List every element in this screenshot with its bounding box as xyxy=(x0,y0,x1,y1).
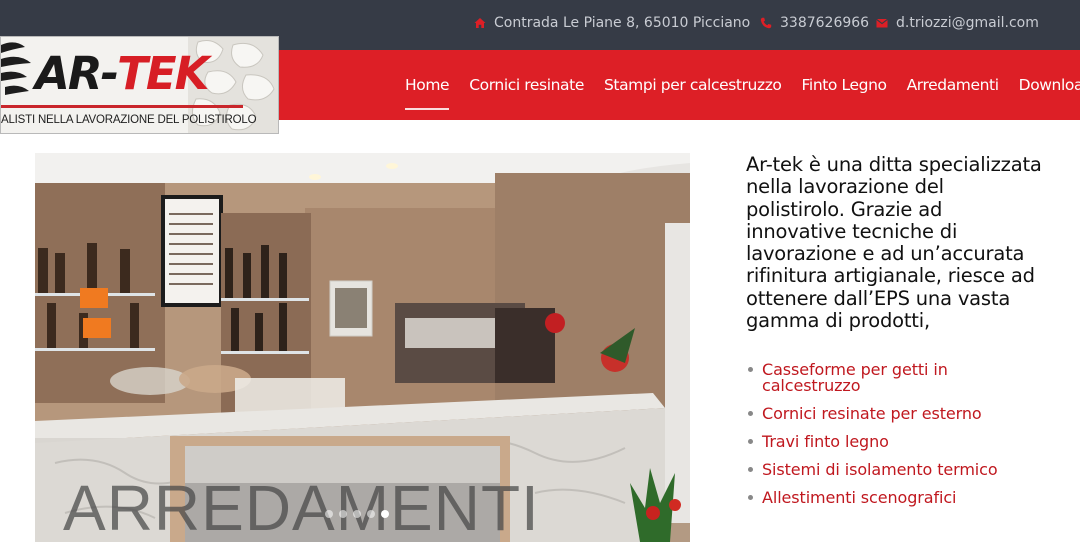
phone-info[interactable]: 3387626966 xyxy=(760,0,869,46)
bullet-icon xyxy=(748,367,753,372)
list-item: Allestimenti scenografici xyxy=(748,490,1048,506)
feature-link-allestimenti[interactable]: Allestimenti scenografici xyxy=(762,488,956,507)
home-icon xyxy=(474,18,486,28)
bullet-icon xyxy=(748,411,753,416)
email-text[interactable]: d.triozzi@gmail.com xyxy=(896,15,1039,31)
list-item: Travi finto legno xyxy=(748,434,1048,450)
slider-dot-1[interactable] xyxy=(325,510,333,518)
feature-link-isolamento[interactable]: Sistemi di isolamento termico xyxy=(762,460,998,479)
envelope-icon xyxy=(876,18,888,28)
feature-list: Casseforme per getti in calcestruzzo Cor… xyxy=(748,362,1048,518)
slider-pagination xyxy=(325,510,389,518)
slider-dot-5[interactable] xyxy=(381,510,389,518)
bullet-icon xyxy=(748,495,753,500)
phone-icon xyxy=(760,17,772,29)
logo-tagline: ALISTI NELLA LAVORAZIONE DEL POLISTIROLO xyxy=(1,114,257,126)
list-item: Casseforme per getti in calcestruzzo xyxy=(748,362,1048,394)
logo-divider xyxy=(1,105,243,108)
image-slider[interactable]: ARREDAMENTI xyxy=(35,153,690,542)
slider-dot-4[interactable] xyxy=(367,510,375,518)
nav-item-stampi-calcestruzzo[interactable]: Stampi per calcestruzzo xyxy=(604,50,782,120)
intro-paragraph: Ar-tek è una ditta specializzata nella l… xyxy=(746,153,1042,333)
list-item: Sistemi di isolamento termico xyxy=(748,462,1048,478)
nav-item-arredamenti[interactable]: Arredamenti xyxy=(907,50,999,120)
main-nav: Home Cornici resinate Stampi per calcest… xyxy=(405,50,1080,120)
nav-item-finto-legno[interactable]: Finto Legno xyxy=(802,50,887,120)
bullet-icon xyxy=(748,467,753,472)
list-item: Cornici resinate per esterno xyxy=(748,406,1048,422)
slider-dot-2[interactable] xyxy=(339,510,347,518)
feature-link-casseforme[interactable]: Casseforme per getti in calcestruzzo xyxy=(762,360,948,395)
logo-word-ar: AR- xyxy=(35,46,119,100)
logo-wordmark: AR- TEK xyxy=(35,45,209,101)
logo-word-tek: TEK xyxy=(117,46,209,100)
slider-dot-3[interactable] xyxy=(353,510,361,518)
site-logo[interactable]: AR- TEK ALISTI NELLA LAVORAZIONE DEL POLI… xyxy=(0,36,279,134)
address-text: Contrada Le Piane 8, 65010 Picciano xyxy=(494,15,751,31)
feature-link-cornici[interactable]: Cornici resinate per esterno xyxy=(762,404,982,423)
bullet-icon xyxy=(748,439,753,444)
feature-link-travi[interactable]: Travi finto legno xyxy=(762,432,889,451)
nav-item-cornici-resinate[interactable]: Cornici resinate xyxy=(469,50,584,120)
nav-item-download[interactable]: Download xyxy=(1019,50,1080,120)
email-info[interactable]: d.triozzi@gmail.com xyxy=(876,0,1039,46)
nav-item-home[interactable]: Home xyxy=(405,50,450,120)
slide-caption: ARREDAMENTI xyxy=(63,472,540,542)
address-info: Contrada Le Piane 8, 65010 Picciano xyxy=(474,0,750,46)
phone-text[interactable]: 3387626966 xyxy=(780,15,869,31)
